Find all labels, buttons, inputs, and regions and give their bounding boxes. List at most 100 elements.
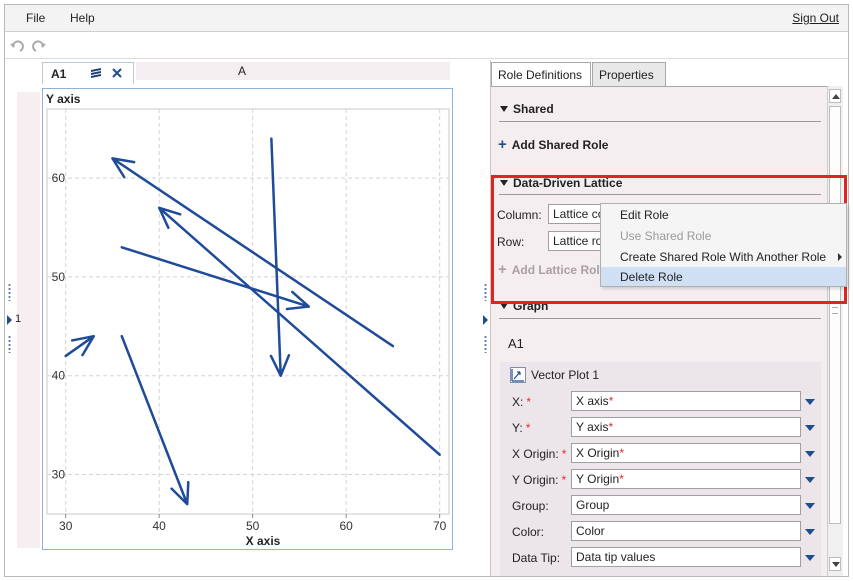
vector-arrow — [269, 137, 291, 377]
plot-frame — [46, 108, 450, 515]
file-menu[interactable]: File — [26, 11, 45, 25]
required-mark: * — [561, 473, 567, 487]
divider — [499, 121, 821, 122]
dropdown-arrow-icon[interactable] — [805, 425, 815, 431]
layers-icon[interactable] — [89, 66, 103, 80]
menu-item-use-shared-role[interactable]: Use Shared Role — [620, 229, 711, 243]
x-role-field[interactable]: X axis* — [571, 391, 801, 411]
role-label-text: Data Tip: — [512, 551, 561, 565]
role-value-text: X axis — [576, 394, 609, 408]
add-shared-role-button[interactable]: + Add Shared Role — [498, 136, 608, 153]
required-mark: * — [525, 421, 531, 435]
dropdown-arrow-icon[interactable] — [805, 399, 815, 405]
data-tip-role-field[interactable]: Data tip values — [571, 547, 801, 567]
y-role-field[interactable]: Y axis* — [571, 417, 801, 437]
x-origin-role-field[interactable]: X Origin* — [571, 443, 801, 463]
column-header-label: A — [238, 64, 247, 78]
x-tick-label: 50 — [246, 519, 260, 533]
divider — [499, 318, 821, 319]
menu-item-delete-role[interactable]: Delete Role — [620, 270, 683, 284]
x-tick-label: 70 — [433, 519, 447, 533]
row-expand-icon[interactable] — [7, 315, 12, 325]
vector-chart: Y axis X axis 30 40 50 60 70 30 40 50 60 — [46, 92, 450, 548]
vector-plot-icon — [510, 367, 526, 383]
scroll-thumb[interactable] — [829, 106, 841, 524]
resize-grip-icon[interactable] — [484, 283, 487, 301]
role-value-text: X Origin — [576, 446, 620, 460]
shared-section-header[interactable]: Shared — [500, 102, 554, 116]
redo-icon[interactable] — [31, 38, 47, 54]
menu-item-edit-role[interactable]: Edit Role — [620, 208, 669, 222]
panel-collapse-icon[interactable] — [483, 315, 488, 325]
scroll-down-button[interactable] — [829, 557, 841, 571]
role-value-text: Group — [576, 498, 610, 512]
required-mark: * — [608, 420, 614, 434]
dropdown-arrow-icon[interactable] — [805, 503, 815, 509]
role-value-text: Y Origin — [576, 472, 620, 486]
group-role-field[interactable]: Group — [571, 495, 801, 515]
resize-grip-icon[interactable] — [8, 335, 11, 353]
add-shared-role-label: Add Shared Role — [511, 138, 609, 152]
sign-out-link[interactable]: Sign Out — [792, 11, 839, 25]
role-label-text: X Origin: — [512, 447, 559, 461]
x-tick-label: 60 — [339, 519, 353, 533]
data-tip-role-label: Data Tip: — [512, 551, 560, 565]
scroll-up-button[interactable] — [829, 89, 841, 103]
role-value-text: Y axis — [576, 420, 609, 434]
menu-item-create-shared-role[interactable]: Create Shared Role With Another Role — [620, 250, 826, 264]
color-role-label: Color: — [512, 525, 544, 539]
role-label-text: Y Origin: — [512, 473, 559, 487]
menubar — [5, 5, 848, 32]
vector-plot-title: Vector Plot 1 — [531, 368, 600, 382]
row-number: 1 — [15, 313, 22, 325]
required-mark: * — [561, 447, 567, 461]
y-tick-label: 50 — [52, 270, 66, 284]
required-mark: * — [608, 394, 614, 408]
dropdown-arrow-icon[interactable] — [805, 555, 815, 561]
y-tick-label: 30 — [52, 467, 66, 481]
dropdown-arrow-icon[interactable] — [805, 477, 815, 483]
y-tick-label: 60 — [52, 171, 66, 185]
x-tick-label: 30 — [59, 519, 73, 533]
group-role-label: Group: — [512, 499, 549, 513]
vector-arrow — [64, 334, 95, 358]
help-menu[interactable]: Help — [70, 11, 95, 25]
role-label-text: Group: — [512, 499, 549, 513]
vector-arrow — [157, 206, 441, 456]
column-header[interactable]: A — [136, 62, 450, 80]
y-axis-label: Y axis — [46, 92, 81, 106]
graph-cell-label: A1 — [508, 336, 524, 351]
color-role-field[interactable]: Color — [571, 521, 801, 541]
x-tick-label: 40 — [153, 519, 167, 533]
x-axis-label: X axis — [246, 534, 281, 548]
role-label-text: Y: — [512, 421, 523, 435]
collapse-icon — [500, 106, 508, 112]
close-icon[interactable] — [111, 67, 123, 79]
cell-tab-label: A1 — [51, 67, 67, 81]
role-value-text: Color — [576, 524, 605, 538]
x-origin-role-label: X Origin: * — [512, 447, 566, 461]
required-mark: * — [619, 446, 625, 460]
x-role-label: X: * — [512, 395, 531, 409]
y-role-label: Y: * — [512, 421, 530, 435]
submenu-arrow-icon — [838, 253, 842, 261]
dropdown-arrow-icon[interactable] — [805, 529, 815, 535]
role-label-text: Color: — [512, 525, 545, 539]
tab-properties[interactable]: Properties — [592, 62, 666, 86]
dropdown-arrow-icon[interactable] — [805, 451, 815, 457]
tab-role-definitions[interactable]: Role Definitions — [491, 62, 591, 86]
y-origin-role-field[interactable]: Y Origin* — [571, 469, 801, 489]
role-label-text: X: — [512, 395, 524, 409]
required-mark: * — [619, 472, 624, 486]
y-tick-label: 40 — [52, 369, 66, 383]
resize-grip-icon[interactable] — [484, 335, 487, 353]
plus-icon: + — [498, 136, 507, 153]
toolbar — [5, 33, 848, 59]
resize-grip-icon[interactable] — [8, 283, 11, 301]
vector-arrow — [120, 334, 190, 506]
undo-icon[interactable] — [9, 38, 25, 54]
cell-tab[interactable]: A1 — [42, 62, 134, 84]
shared-header-label: Shared — [513, 102, 554, 116]
y-origin-role-label: Y Origin: * — [512, 473, 566, 487]
role-value-text: Data tip values — [576, 550, 656, 564]
